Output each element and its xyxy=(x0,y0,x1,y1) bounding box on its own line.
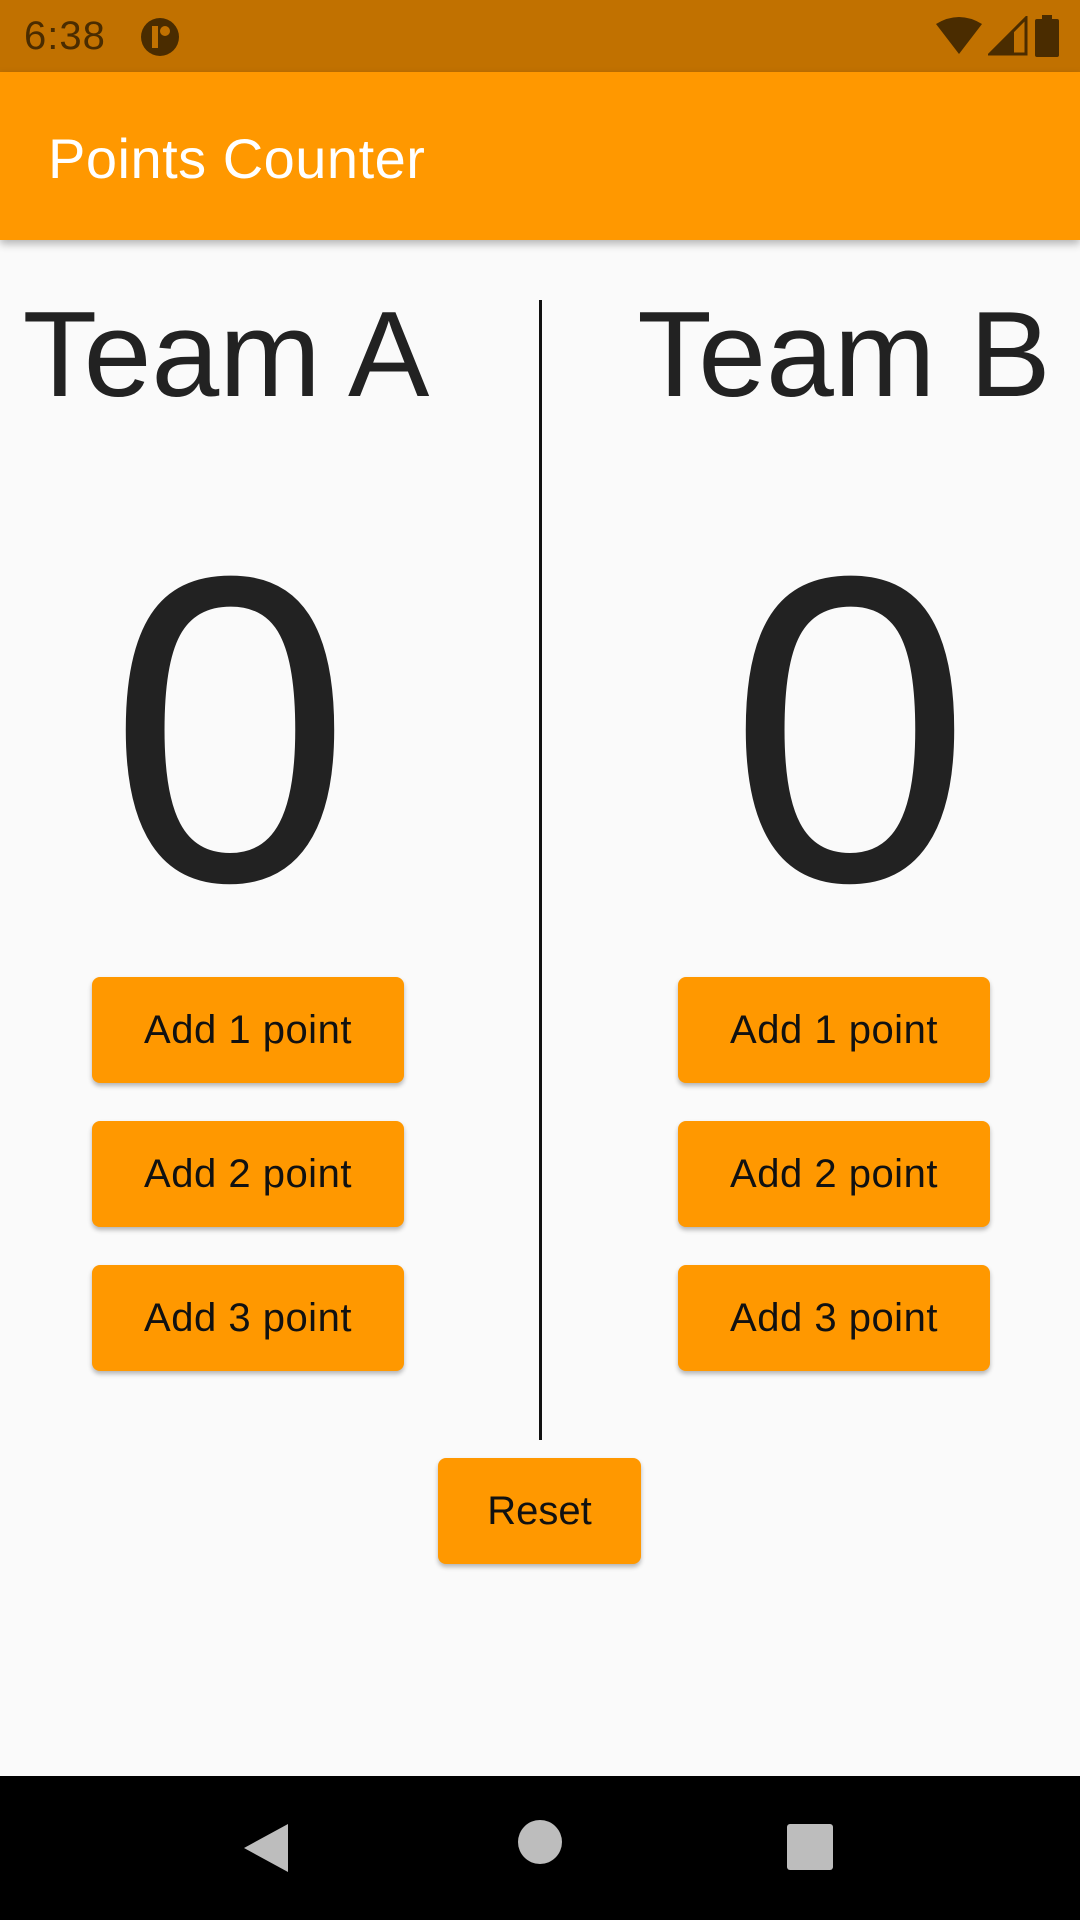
home-icon[interactable] xyxy=(518,1820,562,1864)
reset-button[interactable]: Reset xyxy=(438,1458,641,1564)
team-a-add-3-button[interactable]: Add 3 point xyxy=(92,1265,404,1371)
navigation-bar xyxy=(0,1776,1080,1920)
team-a-add-2-button[interactable]: Add 2 point xyxy=(92,1121,404,1227)
app-title: Points Counter xyxy=(48,127,426,190)
team-a-add-1-button[interactable]: Add 1 point xyxy=(92,977,404,1083)
battery-icon xyxy=(1035,15,1059,57)
notification-icon xyxy=(141,18,179,56)
recents-icon[interactable] xyxy=(787,1824,833,1870)
team-b-add-2-button[interactable]: Add 2 point xyxy=(678,1121,990,1227)
status-time: 6:38 xyxy=(24,14,106,58)
status-bar: 6:38 xyxy=(0,0,1080,72)
team-b-add-3-button[interactable]: Add 3 point xyxy=(678,1265,990,1371)
team-b-add-1-button[interactable]: Add 1 point xyxy=(678,977,990,1083)
team-b-score: 0 xyxy=(728,486,972,973)
wifi-icon xyxy=(936,17,982,54)
team-b-name: Team B xyxy=(637,286,1051,422)
main-content: Team A 0 Add 1 point Add 2 point Add 3 p… xyxy=(0,240,1080,1776)
signal-icon xyxy=(988,16,1028,56)
team-a-score: 0 xyxy=(108,486,352,973)
team-a-name: Team A xyxy=(22,286,430,422)
team-a-column: Team A 0 Add 1 point Add 2 point Add 3 p… xyxy=(0,240,540,1440)
team-b-column: Team B 0 Add 1 point Add 2 point Add 3 p… xyxy=(540,240,1080,1440)
back-icon[interactable] xyxy=(240,1820,292,1876)
app-bar: Points Counter xyxy=(0,72,1080,240)
status-icons xyxy=(936,14,1060,58)
